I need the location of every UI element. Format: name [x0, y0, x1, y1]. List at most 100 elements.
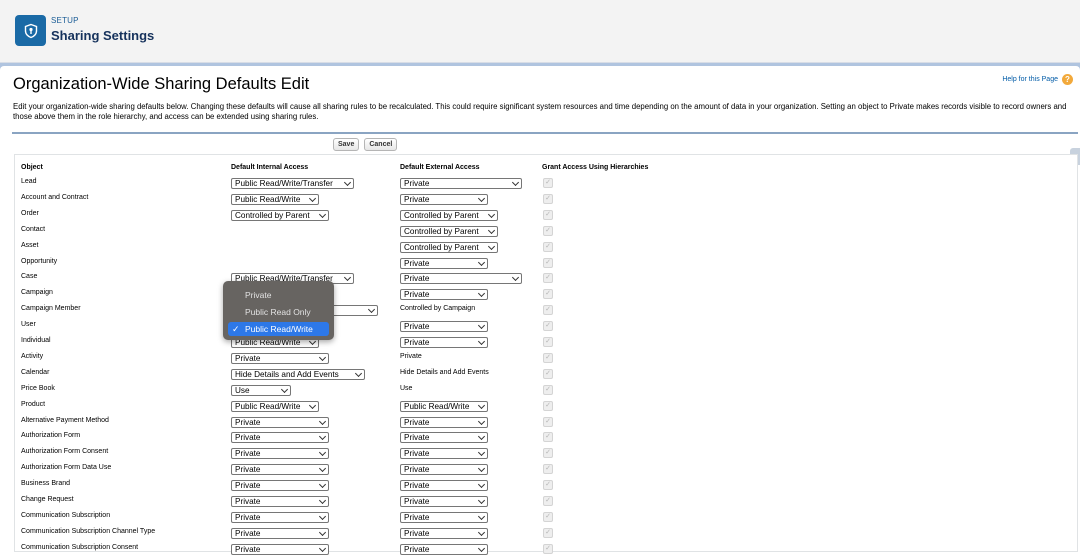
internal-access-select[interactable]: Private	[231, 416, 329, 428]
external-access-select[interactable]: Private	[400, 527, 488, 539]
internal-access-select[interactable]: Use	[231, 384, 291, 396]
dropdown-option[interactable]: Private	[228, 288, 329, 302]
hierarchy-checkbox[interactable]: ✓	[543, 368, 553, 379]
internal-access-select[interactable]: Private	[231, 527, 329, 539]
external-access-select[interactable]: Private	[400, 480, 488, 492]
external-access-select[interactable]: Private	[400, 448, 488, 460]
chevron-down-icon	[318, 417, 327, 425]
internal-access-select[interactable]: Private	[231, 464, 329, 476]
internal-access-select[interactable]: Public Read/Write	[231, 193, 319, 205]
object-name: Contact	[21, 225, 46, 233]
internal-access-select[interactable]: Private	[231, 352, 329, 364]
hierarchy-checkbox[interactable]: ✓	[543, 543, 553, 554]
external-access-value: Public Read/Write	[404, 401, 470, 411]
external-access-select[interactable]: Private	[400, 432, 488, 444]
internal-access-select[interactable]: Public Read/Write/Transfer	[231, 178, 354, 189]
column-header-hierarchy: Grant Access Using Hierarchies	[542, 164, 649, 171]
object-name: Lead	[21, 178, 37, 185]
object-name: Communication Subscription Consent	[21, 543, 139, 551]
hierarchy-checkbox[interactable]: ✓	[543, 289, 553, 300]
external-access-value: Private	[404, 497, 430, 506]
hierarchy-checkbox[interactable]: ✓	[543, 432, 553, 443]
internal-access-select[interactable]: Private	[231, 511, 329, 523]
internal-access-value: Private	[235, 528, 261, 538]
object-name: Authorization Form Consent	[21, 448, 109, 456]
dropdown-option[interactable]: Public Read Only	[228, 305, 329, 319]
external-access-select[interactable]: Public Read/Write	[400, 400, 488, 412]
external-access-value: Private	[404, 544, 430, 554]
hierarchy-checkbox[interactable]: ✓	[543, 178, 553, 188]
dropdown-option[interactable]: ✓ Public Read/Write	[228, 322, 329, 336]
hierarchy-checkbox[interactable]: ✓	[543, 448, 553, 459]
page-title: Organization-Wide Sharing Defaults Edit	[13, 75, 310, 93]
hierarchy-checkbox[interactable]: ✓	[543, 225, 553, 236]
hierarchy-checkbox[interactable]: ✓	[543, 480, 553, 491]
external-access-value: Private	[404, 528, 430, 538]
table-row: Account and Contract Public Read/Write Pri…	[15, 193, 1077, 209]
internal-access-dropdown-menu: Private Public Read Only ✓ Public Read/Writ…	[223, 281, 334, 340]
object-name: Activity	[21, 352, 44, 360]
internal-access-select[interactable]: Public Read/Write	[231, 400, 319, 412]
internal-access-select[interactable]: Private	[231, 480, 329, 492]
external-access-select[interactable]: Controlled by Parent	[400, 241, 498, 253]
external-access-select[interactable]: Private	[400, 321, 488, 333]
external-access-select[interactable]: Controlled by Parent	[400, 209, 498, 221]
chevron-down-icon	[477, 544, 486, 552]
chevron-down-icon	[477, 401, 486, 409]
hierarchy-checkbox[interactable]: ✓	[543, 337, 553, 347]
cancel-button[interactable]: Cancel	[364, 138, 398, 151]
external-access-select[interactable]: Private	[400, 496, 488, 507]
help-icon[interactable]: ?	[1062, 74, 1073, 85]
internal-access-select[interactable]: Private	[231, 432, 329, 444]
external-access-select[interactable]: Private	[400, 257, 488, 269]
external-access-select[interactable]: Private	[400, 273, 522, 285]
external-access-select[interactable]: Private	[400, 511, 488, 523]
hierarchy-checkbox[interactable]: ✓	[543, 305, 553, 316]
table-row: Communication Subscription Channel Type P…	[15, 527, 1077, 543]
object-name: Campaign Member	[21, 305, 81, 313]
external-access-value: Private	[404, 465, 430, 475]
external-access-static: Use	[400, 384, 413, 392]
internal-access-select[interactable]: Private	[231, 543, 329, 555]
external-access-select[interactable]: Private	[400, 416, 488, 428]
hierarchy-checkbox[interactable]: ✓	[543, 400, 553, 411]
external-access-select[interactable]: Private	[400, 289, 488, 301]
help-link[interactable]: Help for this Page	[1002, 76, 1058, 83]
hierarchy-checkbox[interactable]: ✓	[543, 464, 553, 475]
external-access-value: Private	[404, 322, 430, 332]
external-access-value: Private	[404, 290, 430, 300]
hierarchy-checkbox[interactable]: ✓	[543, 257, 553, 268]
internal-access-select[interactable]: Private	[231, 496, 329, 507]
external-access-select[interactable]: Private	[400, 193, 488, 205]
object-name: Product	[21, 400, 46, 408]
dropdown-option-label: Public Read/Write	[245, 324, 313, 334]
external-access-select[interactable]: Private	[400, 543, 488, 555]
object-name: Account and Contract	[21, 193, 89, 201]
hierarchy-checkbox[interactable]: ✓	[543, 496, 553, 506]
external-access-select[interactable]: Controlled by Parent	[400, 225, 498, 237]
external-access-value: Controlled by Parent	[404, 210, 479, 220]
internal-access-select[interactable]: Private	[231, 448, 329, 460]
external-access-value: Private	[404, 194, 430, 204]
save-button[interactable]: Save	[333, 138, 360, 151]
hierarchy-checkbox[interactable]: ✓	[543, 209, 553, 220]
hierarchy-checkbox[interactable]: ✓	[543, 527, 553, 538]
internal-access-select[interactable]: Controlled by Parent	[231, 209, 329, 221]
table-row: Authorization Form Private Private ✓	[15, 432, 1077, 447]
hierarchy-checkbox[interactable]: ✓	[543, 352, 553, 363]
hierarchy-checkbox[interactable]: ✓	[543, 384, 553, 395]
hierarchy-checkbox[interactable]: ✓	[543, 511, 553, 522]
hierarchy-checkbox[interactable]: ✓	[543, 241, 553, 252]
hierarchy-checkbox[interactable]: ✓	[543, 193, 553, 204]
help-link-group[interactable]: Help for this Page ?	[1002, 74, 1073, 85]
external-access-select[interactable]: Private	[400, 337, 488, 348]
intro-text: Edit your organization-wide sharing defa…	[13, 102, 1067, 121]
chevron-down-icon	[477, 465, 486, 473]
hierarchy-checkbox[interactable]: ✓	[543, 273, 553, 284]
external-access-select[interactable]: Private	[400, 178, 522, 189]
hierarchy-checkbox[interactable]: ✓	[543, 321, 553, 332]
hierarchy-checkbox[interactable]: ✓	[543, 416, 553, 427]
internal-access-select[interactable]: Hide Details and Add Events	[231, 368, 365, 380]
external-access-value: Private	[404, 433, 430, 443]
external-access-select[interactable]: Private	[400, 464, 488, 476]
